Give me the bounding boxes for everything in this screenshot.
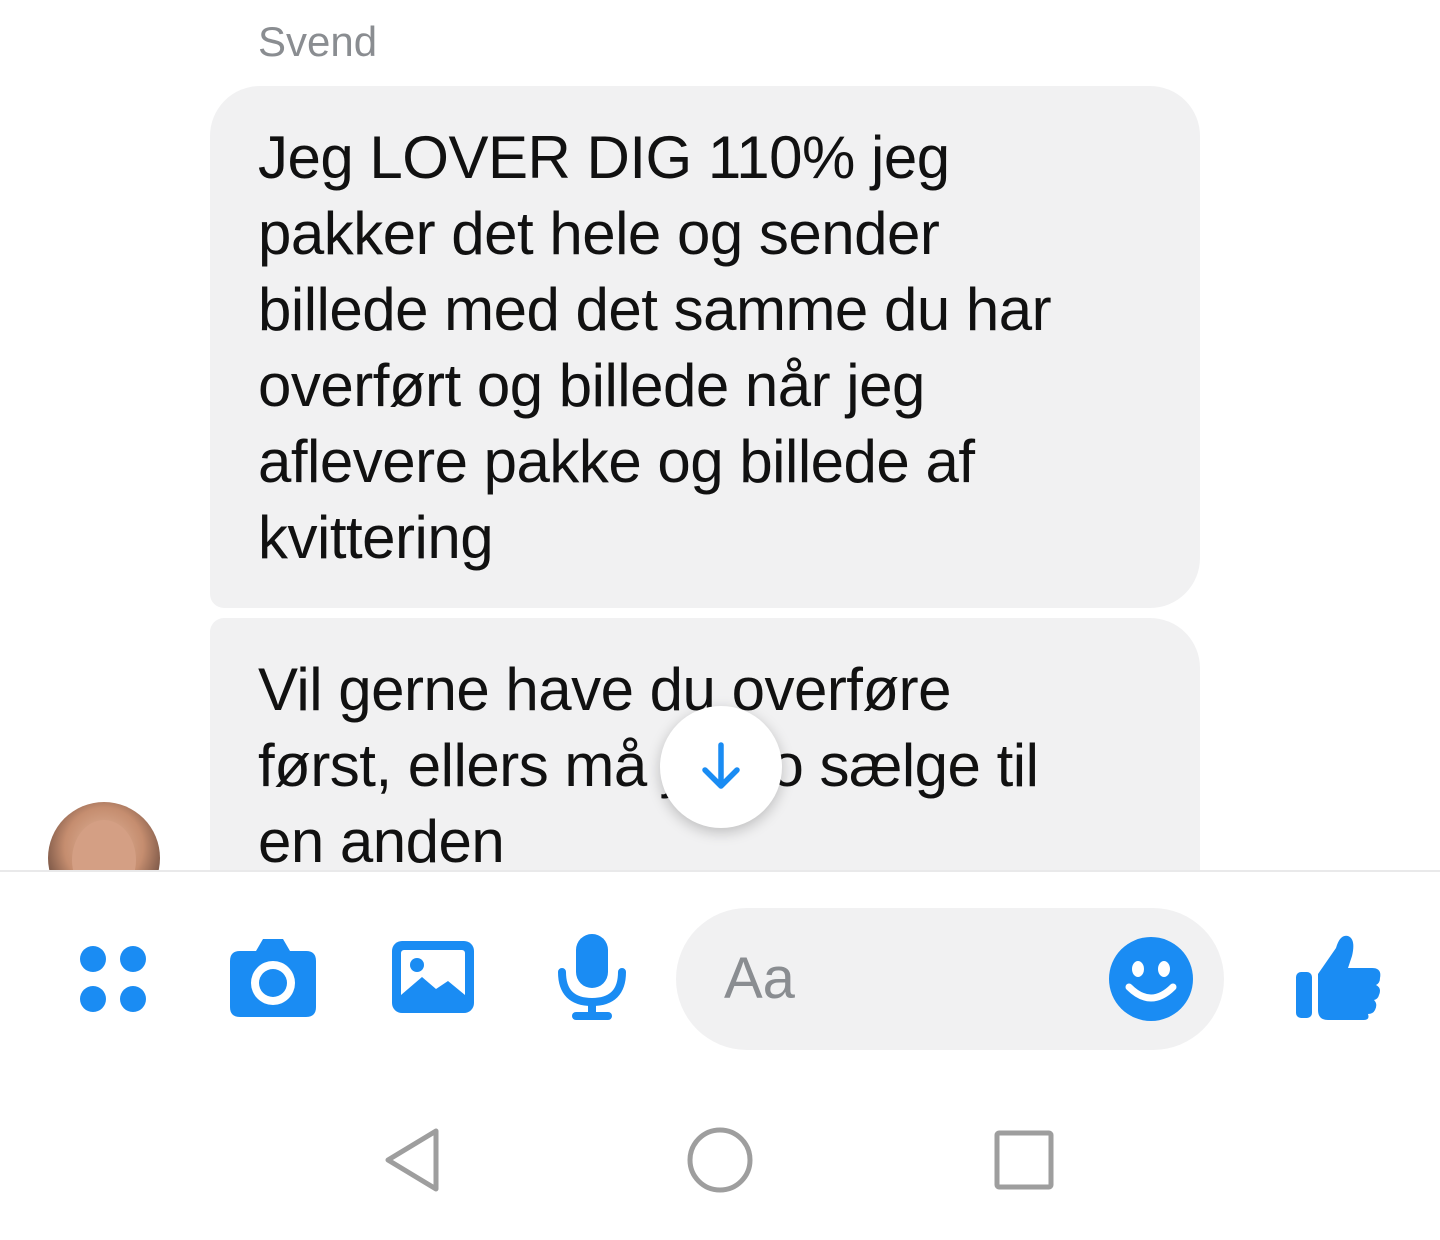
message-input[interactable]: Aa	[676, 908, 1224, 1050]
message-input-placeholder: Aa	[724, 946, 795, 1011]
system-navigation-bar	[0, 1082, 1440, 1240]
message-text: Jeg LOVER DIG 110% jeg pakker det hele o…	[258, 124, 1052, 571]
message-composer: Aa	[0, 872, 1440, 1082]
emoji-button[interactable]	[1106, 934, 1196, 1024]
microphone-icon	[558, 934, 626, 1020]
camera-button[interactable]	[224, 932, 322, 1022]
back-button[interactable]	[378, 1124, 446, 1196]
back-icon	[385, 1128, 439, 1192]
scroll-to-bottom-button[interactable]	[660, 706, 782, 828]
home-icon	[687, 1127, 753, 1193]
emoji-icon	[1109, 937, 1193, 1021]
arrow-down-icon	[702, 742, 740, 789]
thumbs-up-icon	[1296, 935, 1381, 1020]
recents-icon	[994, 1130, 1054, 1190]
apps-icon	[80, 946, 146, 1012]
microphone-button[interactable]	[552, 930, 632, 1024]
gallery-button[interactable]	[386, 934, 480, 1020]
like-button[interactable]	[1290, 928, 1386, 1024]
avatar-face	[72, 820, 136, 870]
recents-button[interactable]	[990, 1126, 1058, 1194]
sender-name: Svend	[258, 18, 378, 65]
gallery-icon	[392, 941, 474, 1013]
avatar[interactable]	[48, 802, 160, 870]
home-button[interactable]	[684, 1124, 756, 1196]
message-thread: Svend Jeg LOVER DIG 110% jeg pakker det …	[0, 0, 1440, 870]
message-bubble[interactable]: Jeg LOVER DIG 110% jeg pakker det hele o…	[210, 86, 1200, 608]
camera-icon	[230, 939, 316, 1017]
apps-button[interactable]	[70, 936, 156, 1022]
